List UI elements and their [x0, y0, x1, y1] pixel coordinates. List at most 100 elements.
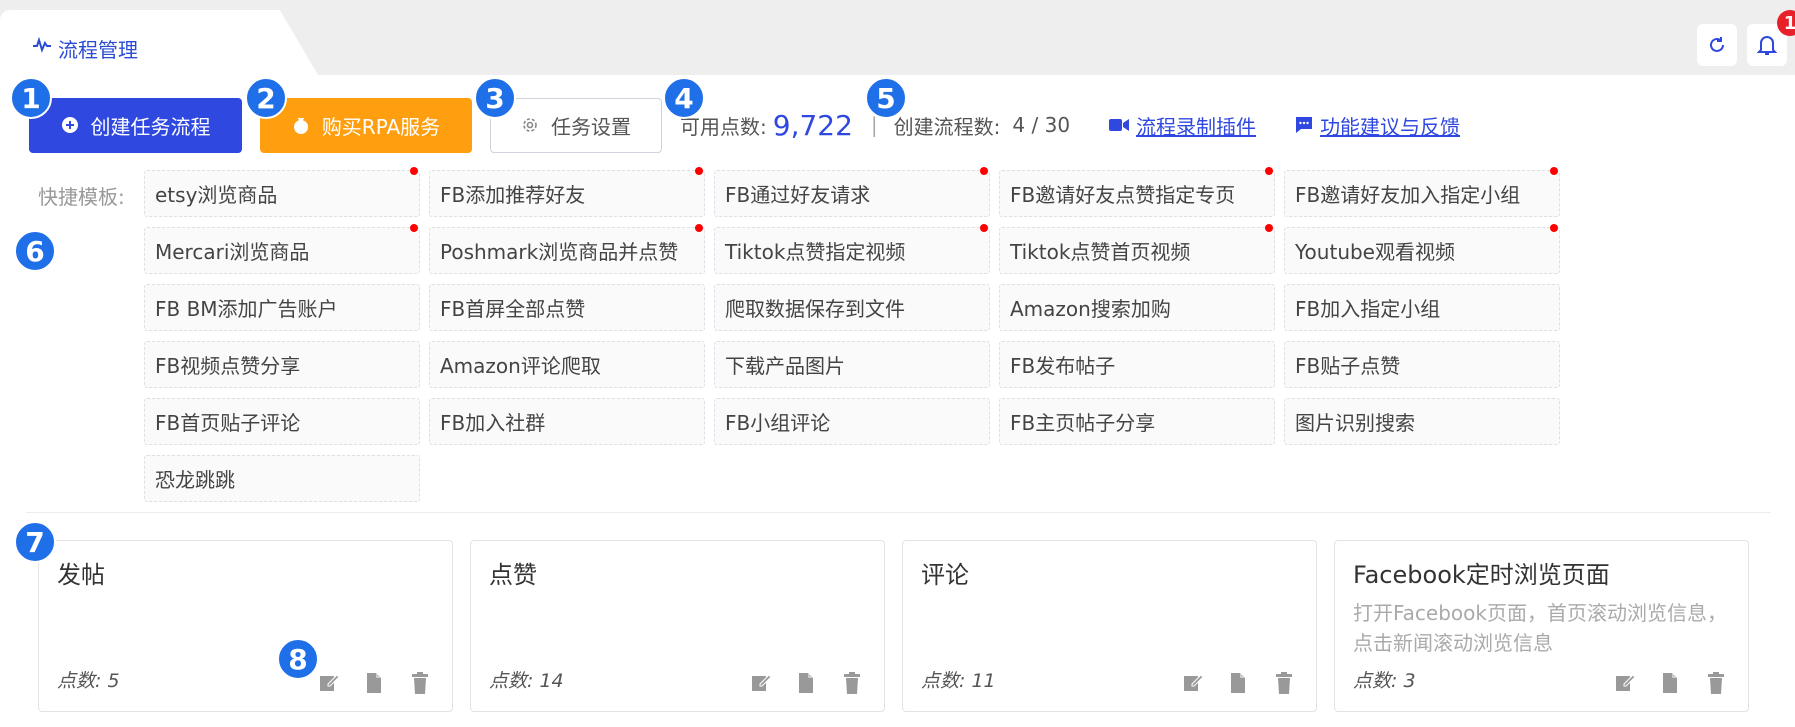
feedback-link[interactable]: 功能建议与反馈 — [1294, 111, 1460, 140]
template-item-label: FB加入指定小组 — [1295, 297, 1441, 321]
template-item-label: 恐龙跳跳 — [155, 468, 235, 492]
marker-7: 7 — [14, 521, 56, 563]
template-item[interactable]: FB邀请好友加入指定小组 — [1284, 167, 1560, 217]
template-item-label: FB首屏全部点赞 — [440, 297, 586, 321]
template-item-label: FB首页贴子评论 — [155, 411, 301, 435]
template-item[interactable]: FB加入指定小组 — [1284, 284, 1560, 331]
edit-icon[interactable] — [1614, 671, 1636, 695]
template-item-label: FB加入社群 — [440, 411, 546, 435]
template-item-label: Poshmark浏览商品并点赞 — [440, 240, 679, 264]
template-item[interactable]: FB发布帖子 — [999, 341, 1275, 388]
template-item[interactable]: etsy浏览商品 — [144, 167, 420, 217]
buy-rpa-button[interactable]: 购买RPA服务 — [260, 97, 472, 153]
new-dot-indicator — [980, 224, 988, 232]
template-item-label: Amazon评论爬取 — [440, 354, 601, 378]
template-item-label: FB贴子点赞 — [1295, 354, 1401, 378]
record-plugin-link[interactable]: 流程录制插件 — [1108, 111, 1256, 140]
template-item[interactable]: FB BM添加广告账户 — [144, 284, 420, 331]
new-dot-indicator — [695, 167, 703, 175]
template-item[interactable]: FB添加推荐好友 — [429, 167, 705, 217]
template-item[interactable]: FB加入社群 — [429, 398, 705, 445]
card-points-label: 点数: — [489, 670, 534, 692]
template-item[interactable]: FB首屏全部点赞 — [429, 284, 705, 331]
marker-1: 1 — [10, 77, 52, 119]
copy-icon[interactable] — [364, 671, 386, 695]
card-points: 点数: 3 — [1353, 666, 1416, 693]
delete-icon[interactable] — [1274, 671, 1296, 695]
templates-label: 快捷模板: — [38, 185, 125, 209]
delete-icon[interactable] — [410, 671, 432, 695]
template-item[interactable]: Tiktok点赞首页视频 — [999, 224, 1275, 274]
template-item[interactable]: 下载产品图片 — [714, 341, 990, 388]
divider — [26, 512, 1771, 513]
template-item[interactable]: 恐龙跳跳 — [144, 455, 420, 502]
toolbar: 创建任务流程 购买RPA服务 任务设置 可用点数: 9,722 | 创建流程数:… — [29, 97, 1460, 153]
template-item[interactable]: 图片识别搜索 — [1284, 398, 1560, 445]
new-dot-indicator — [1265, 167, 1273, 175]
task-settings-button[interactable]: 任务设置 — [490, 97, 662, 153]
template-item[interactable]: FB小组评论 — [714, 398, 990, 445]
template-item[interactable]: FB首页贴子评论 — [144, 398, 420, 445]
template-item[interactable]: FB邀请好友点赞指定专页 — [999, 167, 1275, 217]
template-item-label: FB发布帖子 — [1010, 354, 1116, 378]
edit-icon[interactable] — [750, 671, 772, 695]
card-title: Facebook定时浏览页面 — [1353, 561, 1610, 589]
copy-icon[interactable] — [796, 671, 818, 695]
new-dot-indicator — [1265, 224, 1273, 232]
card-points-value: 5 — [107, 670, 120, 692]
copy-icon[interactable] — [1228, 671, 1250, 695]
gear-icon — [521, 116, 539, 134]
buy-rpa-label: 购买RPA服务 — [321, 114, 441, 139]
template-item[interactable]: FB主页帖子分享 — [999, 398, 1275, 445]
template-item[interactable]: 爬取数据保存到文件 — [714, 284, 990, 331]
template-item[interactable]: Tiktok点赞指定视频 — [714, 224, 990, 274]
template-item-label: FB视频点赞分享 — [155, 354, 301, 378]
task-settings-label: 任务设置 — [551, 114, 631, 139]
flow-count: 创建流程数: 4 / 30 — [894, 111, 1070, 140]
copy-icon[interactable] — [1660, 671, 1682, 695]
flow-cards: 发帖 点数: 5 点赞 点数: 14 评论 点数: 11 Facebook定时浏览页面 打开F… — [38, 540, 1749, 712]
tab-label: 流程管理 — [58, 38, 138, 62]
template-item-label: Mercari浏览商品 — [155, 240, 310, 264]
template-item[interactable]: Mercari浏览商品 — [144, 224, 420, 274]
card-title: 评论 — [921, 561, 969, 589]
bell-icon — [1757, 36, 1777, 55]
refresh-button[interactable] — [1697, 24, 1737, 66]
delete-icon[interactable] — [1706, 671, 1728, 695]
flow-card[interactable]: Facebook定时浏览页面 打开Facebook页面，首页滚动浏览信息，点击新闻… — [1334, 540, 1749, 712]
new-dot-indicator — [695, 224, 703, 232]
edit-icon[interactable] — [318, 671, 340, 695]
card-points-value: 11 — [971, 670, 996, 692]
template-item-label: FB小组评论 — [725, 411, 831, 435]
new-dot-indicator — [1550, 224, 1558, 232]
template-item-label: FB通过好友请求 — [725, 183, 871, 207]
marker-3: 3 — [474, 77, 516, 119]
delete-icon[interactable] — [842, 671, 864, 695]
edit-icon[interactable] — [1182, 671, 1204, 695]
flow-count-label: 创建流程数: — [893, 114, 1001, 139]
card-points-value: 14 — [539, 670, 564, 692]
tab-process-management[interactable]: 流程管理 — [0, 10, 318, 75]
card-points-value: 3 — [1403, 670, 1416, 692]
template-item-label: 爬取数据保存到文件 — [725, 297, 905, 321]
marker-2: 2 — [245, 77, 287, 119]
template-grid: etsy浏览商品 FB添加推荐好友 FB通过好友请求 FB邀请好友点赞指定专页 FB邀请… — [144, 167, 1560, 502]
template-item[interactable]: Amazon搜索加购 — [999, 284, 1275, 331]
template-item-label: Amazon搜索加购 — [1010, 297, 1171, 321]
template-item[interactable]: Poshmark浏览商品并点赞 — [429, 224, 705, 274]
template-item-label: FB添加推荐好友 — [440, 183, 586, 207]
template-item[interactable]: FB通过好友请求 — [714, 167, 990, 217]
flow-card[interactable]: 点赞点数: 14 — [470, 540, 885, 712]
feedback-label: 功能建议与反馈 — [1320, 114, 1461, 139]
template-item-label: 下载产品图片 — [725, 354, 845, 378]
flow-card[interactable]: 发帖 点数: 5 — [38, 540, 453, 712]
template-item[interactable]: Youtube观看视频 — [1284, 224, 1560, 274]
create-flow-button[interactable]: 创建任务流程 — [29, 97, 242, 153]
marker-6: 6 — [14, 230, 56, 272]
flow-card[interactable]: 评论 点数: 11 — [902, 540, 1317, 712]
notification-button[interactable]: 1 — [1747, 10, 1795, 66]
template-item[interactable]: FB视频点赞分享 — [144, 341, 420, 388]
template-item[interactable]: FB贴子点赞 — [1284, 341, 1560, 388]
template-item[interactable]: Amazon评论爬取 — [429, 341, 705, 388]
card-title: 点赞 — [489, 561, 537, 589]
